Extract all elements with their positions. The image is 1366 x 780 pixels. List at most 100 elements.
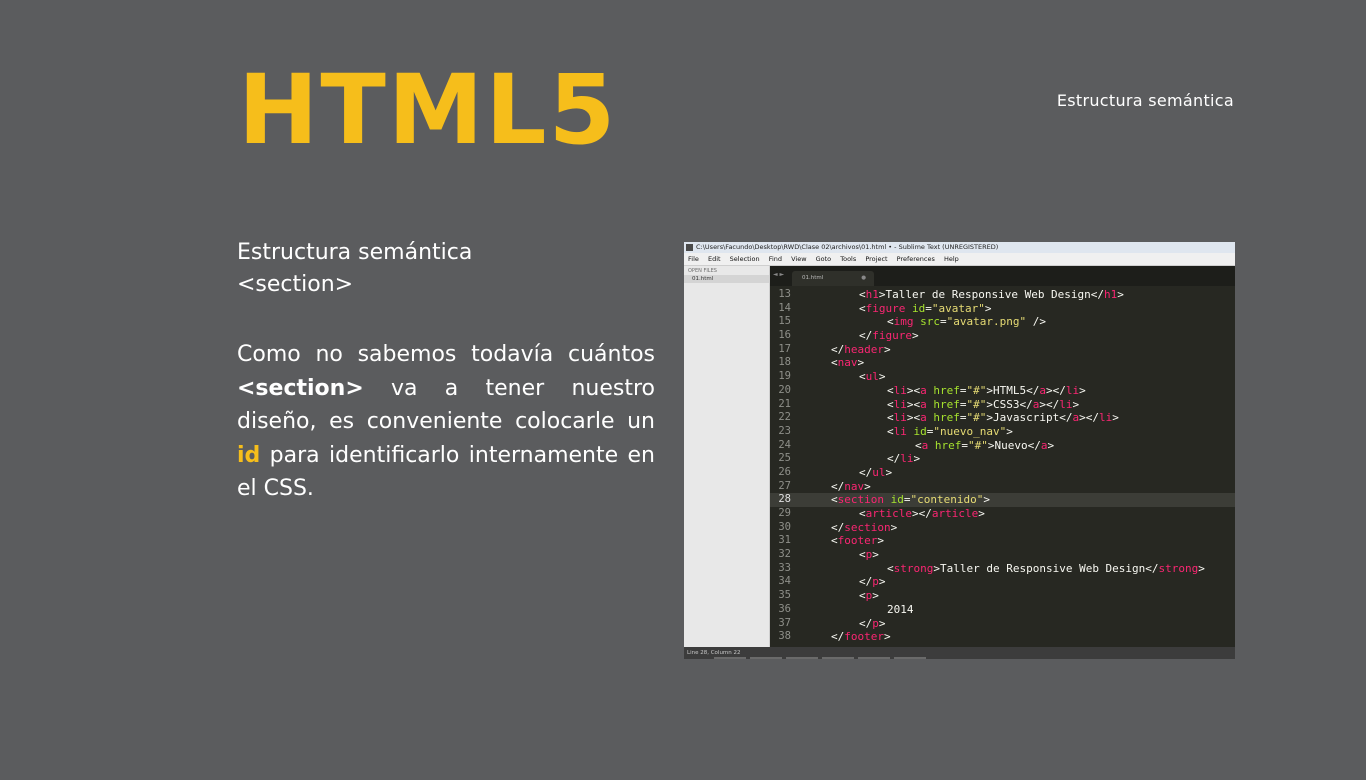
line-number: 16 xyxy=(778,329,791,342)
line-number: 25 xyxy=(778,452,791,465)
line-number: 32 xyxy=(778,548,791,561)
code-line[interactable]: 17 </header> xyxy=(770,343,1235,357)
menu-edit[interactable]: Edit xyxy=(708,255,721,263)
line-number: 18 xyxy=(778,356,791,369)
line-number: 24 xyxy=(778,438,791,451)
unsaved-dot-icon[interactable]: ● xyxy=(861,271,866,286)
code-line[interactable]: 30 </section> xyxy=(770,521,1235,535)
line-number: 34 xyxy=(778,575,791,588)
code-line[interactable]: 15 <img src="avatar.png" /> xyxy=(770,315,1235,329)
menu-project[interactable]: Project xyxy=(865,255,887,263)
code-text: <section id="contenido"> xyxy=(831,493,990,507)
line-number: 21 xyxy=(778,397,791,410)
line-number: 23 xyxy=(778,424,791,437)
menu-view[interactable]: View xyxy=(791,255,806,263)
menu-help[interactable]: Help xyxy=(944,255,959,263)
menu-goto[interactable]: Goto xyxy=(816,255,832,263)
slide-title: HTML5 xyxy=(238,54,618,166)
menu-find[interactable]: Find xyxy=(769,255,782,263)
code-text: <strong>Taller de Responsive Web Design<… xyxy=(887,561,1205,575)
code-text: 2014 xyxy=(887,602,914,616)
editor-window-title: C:\Users\Facundo\Desktop\RWD\Clase 02\ar… xyxy=(696,243,999,251)
line-number: 20 xyxy=(778,383,791,396)
code-line[interactable]: 22 <li><a href="#">Javascript</a></li> xyxy=(770,411,1235,425)
code-text: <figure id="avatar"> xyxy=(859,301,992,315)
editor-tab[interactable]: 01.html ● xyxy=(792,271,874,286)
code-line[interactable]: 29 <article></article> xyxy=(770,507,1235,521)
cursor-position-status: Line 28, Column 22 xyxy=(687,650,741,656)
code-line[interactable]: 38 </footer> xyxy=(770,630,1235,644)
code-editor-screenshot: C:\Users\Facundo\Desktop\RWD\Clase 02\ar… xyxy=(684,242,1235,659)
code-line[interactable]: 16 </figure> xyxy=(770,329,1235,343)
code-text: <a href="#">Nuevo</a> xyxy=(915,438,1055,452)
code-text: <footer> xyxy=(831,534,884,548)
code-line[interactable]: 37 </p> xyxy=(770,617,1235,631)
code-line[interactable]: 35 <p> xyxy=(770,589,1235,603)
line-number: 27 xyxy=(778,479,791,492)
slide-topic-label: Estructura semántica xyxy=(1056,91,1234,110)
code-text: <nav> xyxy=(831,356,865,370)
code-line[interactable]: 24 <a href="#">Nuevo</a> xyxy=(770,439,1235,453)
code-line[interactable]: 36 2014 xyxy=(770,603,1235,617)
code-line[interactable]: 14 <figure id="avatar"> xyxy=(770,302,1235,316)
taskbar-strip xyxy=(714,657,929,659)
code-text: <p> xyxy=(859,589,879,603)
code-text: <article></article> xyxy=(859,507,985,520)
code-text: <h1>Taller de Responsive Web Design</h1> xyxy=(859,288,1124,301)
code-text: </section> xyxy=(831,520,898,534)
code-line[interactable]: 34 </p> xyxy=(770,575,1235,589)
code-text: <li><a href="#">CSS3</a></li> xyxy=(887,397,1080,411)
line-number: 33 xyxy=(778,561,791,574)
line-number: 26 xyxy=(778,465,791,478)
code-line[interactable]: 19 <ul> xyxy=(770,370,1235,384)
code-line[interactable]: 27 </nav> xyxy=(770,480,1235,494)
code-text: </li> xyxy=(887,452,921,466)
line-number: 13 xyxy=(778,288,791,300)
line-number: 31 xyxy=(778,534,791,547)
code-text: <li><a href="#">Javascript</a></li> xyxy=(887,411,1119,425)
code-text: <img src="avatar.png" /> xyxy=(887,315,1046,329)
line-number: 36 xyxy=(778,602,791,615)
line-number: 22 xyxy=(778,411,791,424)
code-line[interactable]: 31 <footer> xyxy=(770,534,1235,548)
sidebar-file-item[interactable]: 01.html xyxy=(684,275,769,283)
line-number: 17 xyxy=(778,342,791,355)
line-number: 14 xyxy=(778,301,791,314)
code-text: </ul> xyxy=(859,465,893,479)
code-text: <ul> xyxy=(859,370,886,384)
code-line[interactable]: 33 <strong>Taller de Responsive Web Desig… xyxy=(770,562,1235,576)
code-line[interactable]: 13 <h1>Taller de Responsive Web Design</h… xyxy=(770,288,1235,302)
line-number: 30 xyxy=(778,520,791,533)
tab-scroll-arrows-icon[interactable]: ◄ ► xyxy=(773,271,784,278)
menu-selection[interactable]: Selection xyxy=(730,255,760,263)
code-text: </nav> xyxy=(831,479,871,493)
code-area[interactable]: 13 <h1>Taller de Responsive Web Design</h… xyxy=(770,288,1235,644)
code-line[interactable]: 32 <p> xyxy=(770,548,1235,562)
code-line[interactable]: 26 </ul> xyxy=(770,466,1235,480)
code-text: </p> xyxy=(859,575,886,589)
explanation-paragraph: Como no sabemos todavía cuántos <section… xyxy=(237,338,655,506)
code-text: <p> xyxy=(859,548,879,562)
editor-titlebar: C:\Users\Facundo\Desktop\RWD\Clase 02\ar… xyxy=(684,242,1235,253)
code-line[interactable]: 21 <li><a href="#">CSS3</a></li> xyxy=(770,398,1235,412)
line-number: 38 xyxy=(778,630,791,643)
code-line[interactable]: 28 <section id="contenido"> xyxy=(770,493,1235,507)
menu-preferences[interactable]: Preferences xyxy=(897,255,935,263)
menu-file[interactable]: File xyxy=(688,255,699,263)
explanation-section-keyword: <section> xyxy=(237,375,364,401)
code-text: <li><a href="#">HTML5</a></li> xyxy=(887,383,1086,397)
code-line[interactable]: 18 <nav> xyxy=(770,356,1235,370)
menu-tools[interactable]: Tools xyxy=(840,255,856,263)
line-number: 28 xyxy=(778,493,791,506)
code-line[interactable]: 23 <li id="nuevo_nav"> xyxy=(770,425,1235,439)
explanation-id-keyword: id xyxy=(237,442,261,468)
editor-sidebar: OPEN FILES 01.html xyxy=(684,266,770,647)
code-line[interactable]: 20 <li><a href="#">HTML5</a></li> xyxy=(770,384,1235,398)
line-number: 19 xyxy=(778,370,791,383)
code-text: <li id="nuevo_nav"> xyxy=(887,424,1013,438)
editor-tabbar: ◄ ► 01.html ● xyxy=(770,266,1235,286)
editor-menubar: File Edit Selection Find View Goto Tools… xyxy=(684,253,1235,266)
code-line[interactable]: 25 </li> xyxy=(770,452,1235,466)
code-text: </figure> xyxy=(859,329,919,343)
editor-statusbar: Line 28, Column 22 xyxy=(684,647,1235,659)
